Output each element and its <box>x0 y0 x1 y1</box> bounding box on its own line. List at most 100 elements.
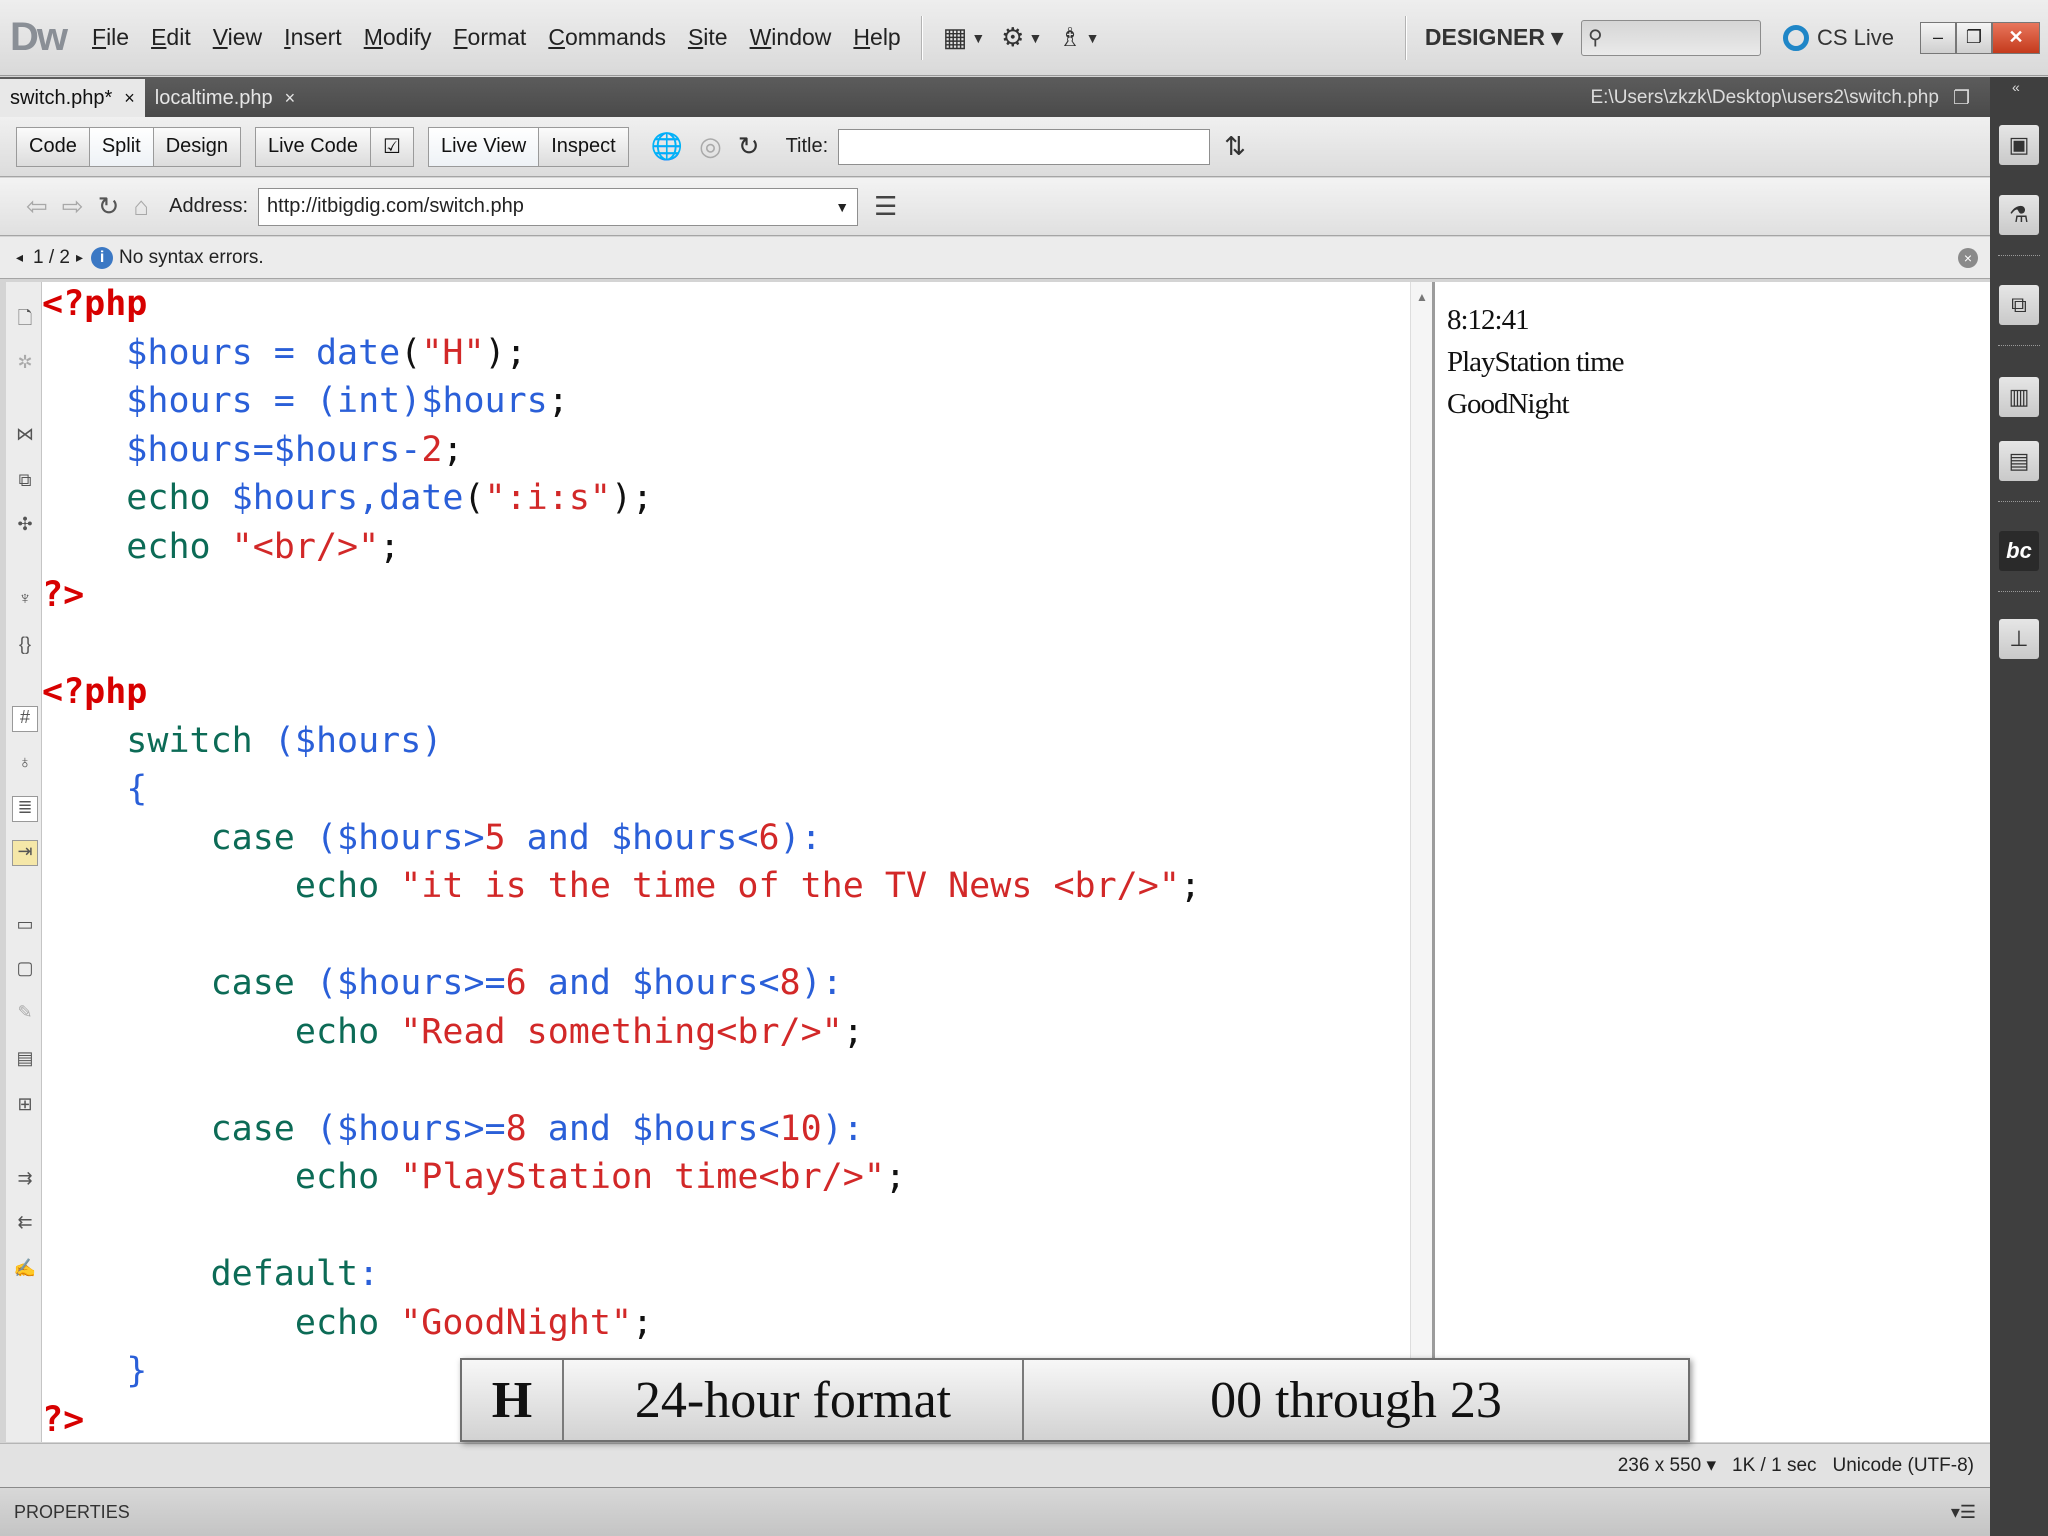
open-documents-icon[interactable]: 🗋 <box>12 306 38 332</box>
close-icon[interactable]: × <box>1958 247 1978 268</box>
forward-icon[interactable]: ⇨ <box>62 191 84 222</box>
minimize-button[interactable]: – <box>1920 21 1956 54</box>
search-input[interactable]: ⚲ <box>1580 19 1761 56</box>
code-line[interactable]: switch ($hours) <box>42 721 442 767</box>
check-page-button[interactable]: ☑ <box>371 126 414 167</box>
show-code-navigator-icon[interactable]: ✲ <box>12 352 38 378</box>
previous-icon[interactable]: ◂ <box>16 249 23 266</box>
menu-insert[interactable]: Insert <box>284 24 342 51</box>
design-view-button[interactable]: Design <box>153 126 241 167</box>
code-line[interactable]: ?> <box>42 1400 84 1443</box>
inspect-button[interactable]: Inspect <box>539 126 629 167</box>
tab-localtime-php[interactable]: localtime.php × <box>145 79 305 117</box>
browser-preview-icon[interactable]: 🌐 <box>651 131 683 162</box>
code-line[interactable]: } <box>42 1351 147 1397</box>
window-size[interactable]: 236 x 550 ▾ <box>1602 1454 1716 1477</box>
balance-braces-icon[interactable]: {} <box>12 634 38 660</box>
back-icon[interactable]: ⇦ <box>26 191 48 222</box>
code-line[interactable]: { <box>42 769 147 815</box>
highlight-invalid-icon[interactable]: ♁ <box>12 752 38 778</box>
workspace-switcher[interactable]: DESIGNER ▾ <box>1425 24 1563 51</box>
code-line[interactable]: default: <box>42 1254 380 1300</box>
restore-doc-icon[interactable]: ❐ <box>1953 87 1970 110</box>
business-catalyst-icon[interactable]: bc <box>1999 531 2039 571</box>
extend-icon[interactable]: ⚙ ▼ <box>1001 22 1042 53</box>
code-line[interactable]: $hours = date("H"); <box>42 333 526 379</box>
code-line[interactable]: <?php <box>42 284 147 330</box>
move-css-icon[interactable]: ⊞ <box>12 1094 38 1120</box>
live-view-button[interactable]: Live View <box>427 126 540 167</box>
css-styles-icon[interactable]: ⚗ <box>1999 195 2039 235</box>
format-source-icon[interactable]: ✍ <box>12 1258 38 1284</box>
close-tab-icon[interactable]: × <box>124 88 135 109</box>
address-field[interactable]: http://itbigdig.com/switch.php ▼ <box>258 187 859 226</box>
wrap-tag-icon[interactable]: ✎ <box>12 1002 38 1028</box>
syntax-coloring-icon[interactable]: ≣ <box>12 796 38 822</box>
cs-live-button[interactable]: CS Live <box>1782 24 1894 51</box>
file-management-icon[interactable]: ⇅ <box>1224 131 1246 162</box>
code-line[interactable]: <?php <box>42 672 147 718</box>
close-window-button[interactable]: ✕ <box>1992 21 2040 54</box>
code-line[interactable]: case ($hours>=8 and $hours<10): <box>42 1109 864 1155</box>
live-code-button[interactable]: Live Code <box>254 126 372 167</box>
outdent-code-icon[interactable]: ⇇ <box>12 1212 38 1238</box>
code-view-button[interactable]: Code <box>16 126 90 167</box>
properties-panel-header[interactable]: PROPERTIES ▾☰ <box>0 1487 1990 1536</box>
code-line[interactable]: case ($hours>5 and $hours<6): <box>42 818 822 864</box>
code-line[interactable]: echo $hours,date(":i:s"); <box>42 478 653 524</box>
indent-code-icon[interactable]: ⇉ <box>12 1168 38 1194</box>
menu-modify[interactable]: Modify <box>364 24 432 51</box>
menu-format[interactable]: Format <box>453 24 526 51</box>
scroll-up-icon[interactable]: ▲ <box>1416 290 1428 304</box>
ap-elements-icon[interactable]: ⧉ <box>1999 285 2039 325</box>
code-line[interactable]: echo "<br/>"; <box>42 527 400 573</box>
menu-window[interactable]: Window <box>750 24 832 51</box>
menu-site[interactable]: Site <box>688 24 728 51</box>
menu-help[interactable]: Help <box>853 24 900 51</box>
code-token: ?> <box>42 575 85 615</box>
menu-file[interactable]: File <box>92 24 129 51</box>
split-view-button[interactable]: Split <box>89 126 154 167</box>
visual-aids-icon[interactable]: ◎ <box>699 131 722 162</box>
next-icon[interactable]: ▸ <box>76 249 83 266</box>
bindings-icon[interactable]: ▤ <box>1999 441 2039 481</box>
menu-commands[interactable]: Commands <box>548 24 666 51</box>
site-icon[interactable]: ♗ ▼ <box>1058 22 1099 53</box>
line-numbers-icon[interactable]: # <box>12 706 38 732</box>
code-line[interactable]: ?> <box>42 575 84 621</box>
refresh-icon[interactable]: ↻ <box>738 131 760 162</box>
code-editor[interactable]: <?php $hours = date("H"); $hours = (int)… <box>42 282 1410 1442</box>
layout-icon[interactable]: ▦ ▼ <box>943 22 985 53</box>
collapse-tag-icon[interactable]: ⋈ <box>12 424 38 450</box>
insert-panel-icon[interactable]: ▣ <box>1999 125 2039 165</box>
collapse-selection-icon[interactable]: ⧉ <box>12 470 38 496</box>
expand-all-icon[interactable]: ✣ <box>12 514 38 540</box>
collapse-panels-icon[interactable]: « <box>2012 79 2020 95</box>
refresh-icon[interactable]: ↻ <box>98 191 120 222</box>
remove-comment-icon[interactable]: ▢ <box>12 958 38 984</box>
select-parent-tag-icon[interactable]: ♆ <box>12 588 38 614</box>
code-scrollbar[interactable]: ▲ <box>1410 282 1432 1442</box>
code-line[interactable]: echo "Read something<br/>"; <box>42 1012 864 1058</box>
panel-options-icon[interactable]: ▾☰ <box>1951 1502 1976 1523</box>
menu-view[interactable]: View <box>213 24 262 51</box>
close-tab-icon[interactable]: × <box>285 88 296 109</box>
code-line[interactable]: echo "GoodNight"; <box>42 1303 653 1349</box>
chevron-down-icon[interactable]: ▼ <box>835 199 849 215</box>
live-view-options-icon[interactable]: ☰ <box>874 191 897 222</box>
menu-edit[interactable]: Edit <box>151 24 191 51</box>
code-line[interactable]: $hours = (int)$hours; <box>42 381 569 427</box>
restore-button[interactable]: ❐ <box>1956 21 1992 54</box>
home-icon[interactable]: ⌂ <box>133 191 149 222</box>
tab-switch-php[interactable]: switch.php* × <box>0 79 145 117</box>
databases-icon[interactable]: ▥ <box>1999 377 2039 417</box>
code-line[interactable]: echo "PlayStation time<br/>"; <box>42 1157 906 1203</box>
code-line[interactable]: echo "it is the time of the TV News <br/… <box>42 866 1201 912</box>
code-line[interactable]: $hours=$hours-2; <box>42 430 463 476</box>
code-line[interactable]: case ($hours>=6 and $hours<8): <box>42 963 843 1009</box>
title-input[interactable] <box>838 128 1211 165</box>
recent-snippets-icon[interactable]: ▤ <box>12 1048 38 1074</box>
files-panel-icon[interactable]: ⊥ <box>1999 619 2039 659</box>
apply-comment-icon[interactable]: ▭ <box>12 914 38 940</box>
auto-indent-icon[interactable]: ⇥ <box>12 840 38 866</box>
